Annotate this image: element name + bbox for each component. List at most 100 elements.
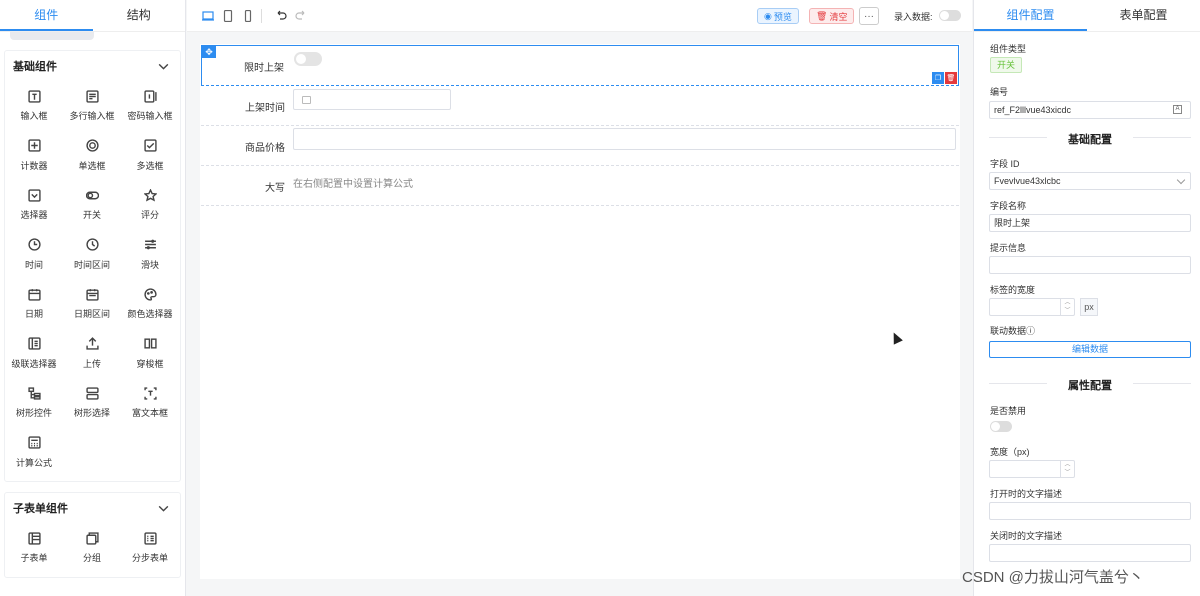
component-item-label: 选择器 [20,210,48,220]
clear-button[interactable]: 🗑 清空 [809,8,855,24]
component-item-input[interactable]: 输入框 [5,85,63,135]
component-item-clock-range[interactable]: 时间区间 [63,234,121,284]
component-item-counter[interactable]: 计数器 [5,135,63,185]
component-item-calendar[interactable]: 日期 [5,283,63,333]
component-item-label: 密码输入框 [127,111,173,121]
tab-components[interactable]: 组件 [0,0,93,31]
component-item-cascader[interactable]: 级联选择器 [5,333,63,383]
component-item-password[interactable]: 密码输入框 [121,85,179,135]
form-row-date[interactable]: 上架时间 [201,86,959,126]
component-item-slider[interactable]: 滑块 [121,234,179,284]
redo-icon[interactable] [294,9,308,23]
close-text-input[interactable] [989,544,1191,562]
slider-icon [143,238,157,252]
tree-icon [27,386,41,400]
field-name-label: 字段名称 [990,201,1027,211]
component-item-subform[interactable]: 子表单 [5,527,63,577]
basic-components-header[interactable]: 基础组件 [5,51,180,81]
chevron-down-icon[interactable] [156,501,170,515]
component-item-checkbox[interactable]: 多选框 [121,135,179,185]
id-label: 编号 [990,87,1009,97]
clock-icon [27,238,41,252]
component-item-switch[interactable]: 开关 [63,184,121,234]
open-text-label: 打开时的文字描述 [990,489,1063,499]
open-text-input[interactable] [989,502,1191,520]
eye-icon: ◉ [764,10,772,21]
form-row-price[interactable]: 商品价格 [201,126,959,166]
mobile-icon[interactable] [241,9,255,23]
component-item-star[interactable]: 评分 [121,184,179,234]
component-item-calendar-range[interactable]: 日期区间 [63,283,121,333]
component-item-label: 时间 [24,259,43,270]
component-item-label: 评分 [140,210,159,220]
tab-structure[interactable]: 结构 [93,0,186,31]
field-name-input[interactable]: 限时上架 [989,214,1191,232]
trash-icon: 🗑 [816,10,828,21]
width-input[interactable]: ︿ ﹀ [989,460,1075,478]
more-button[interactable]: ··· [859,7,879,25]
edit-data-button[interactable]: 编辑数据 [989,341,1191,358]
form-row-switch[interactable]: ✥ 限时上架 ❐ 🗑 [201,45,959,86]
switch-control[interactable] [294,52,322,66]
copy-id-icon[interactable]: A [1173,105,1182,114]
component-item-tree-select[interactable]: 树形选择 [63,382,121,432]
id-field[interactable]: ref_F2lllvue43xicdc A [989,101,1191,119]
label-width-input[interactable]: ︿ ﹀ [989,298,1075,316]
component-item-group[interactable]: 分组 [63,527,121,577]
component-item-rich-text[interactable]: 富文本框 [121,382,179,432]
undo-icon[interactable] [274,9,288,23]
basic-components-grid: 输入框 多行输入框 密码输入框计数器 单选框 多选框选择器 开关 评分时间 时间区间 滑块日期 日… [5,81,180,481]
disabled-toggle[interactable] [990,421,1012,432]
field-label: 大写 [265,183,285,194]
component-item-clock[interactable]: 时间 [5,234,63,284]
password-icon [143,89,157,103]
component-item-label: 单选框 [78,160,106,171]
stepper-icon[interactable]: ︿ ﹀ [1060,461,1074,477]
component-item-radio[interactable]: 单选框 [63,135,121,185]
hint-input[interactable] [989,256,1191,274]
chevron-down-icon[interactable] [156,59,170,73]
component-item-label: 分组 [82,553,101,563]
field-id-select[interactable]: Fvevlvue43xlcbc [989,172,1191,190]
switch-icon [85,188,99,202]
preview-button[interactable]: ◉ 预览 [757,8,799,24]
component-item-palette[interactable]: 颜色选择器 [121,283,179,333]
tab-component-config[interactable]: 组件配置 [974,0,1087,31]
form-row-formula[interactable]: 大写 在右侧配置中设置计算公式 [201,166,959,206]
transfer-icon [143,337,157,351]
subform-components-header[interactable]: 子表单组件 [5,493,180,523]
component-item-step-form[interactable]: 分步表单 [121,527,179,577]
tablet-icon[interactable] [221,9,235,23]
drag-handle-icon[interactable]: ✥ [202,46,216,58]
step-form-icon [143,531,157,545]
counter-icon [27,139,41,153]
component-item-transfer[interactable]: 穿梭框 [121,333,179,383]
stepper-icon[interactable]: ︿ ﹀ [1060,299,1074,315]
basic-config-section: 基础配置 [989,131,1191,146]
checkbox-icon [143,139,157,153]
date-picker-input[interactable] [293,89,451,110]
component-item-calculator[interactable]: 计算公式 [5,432,63,482]
price-input[interactable] [293,128,956,150]
component-item-label: 开关 [82,210,101,220]
app: 组件 结构 基础组件 输入框 多行输入框 密码输入框计数器单选框 多选框选择器 开关 评分… [0,0,1200,596]
linked-data-label: 联动数据ⓘ [990,326,1036,336]
component-item-select[interactable]: 选择器 [5,184,63,234]
clear-label: 清空 [829,11,848,22]
component-item-label: 穿梭框 [136,358,164,369]
component-item-tree[interactable]: 树形控件 [5,382,63,432]
component-item-upload[interactable]: 上传 [63,333,121,383]
attr-config-section: 属性配置 [989,377,1191,392]
component-type-label: 组件类型 [990,44,1027,54]
component-item-label: 树形选择 [73,408,110,418]
input-data-toggle[interactable] [939,10,961,21]
copy-icon[interactable]: ❐ [932,72,944,84]
desktop-icon[interactable] [201,9,215,23]
component-item-textarea[interactable]: 多行输入框 [63,85,121,135]
delete-icon[interactable]: 🗑 [945,72,957,84]
component-item-label: 输入框 [20,111,48,121]
tab-form-config[interactable]: 表单配置 [1087,0,1200,31]
subform-components-title: 子表单组件 [13,503,68,515]
form-canvas: ✥ 限时上架 ❐ 🗑 上架时间 商品价格 大写 在右侧配置中设置计算公式 [200,44,960,579]
rich-text-icon [143,386,157,400]
